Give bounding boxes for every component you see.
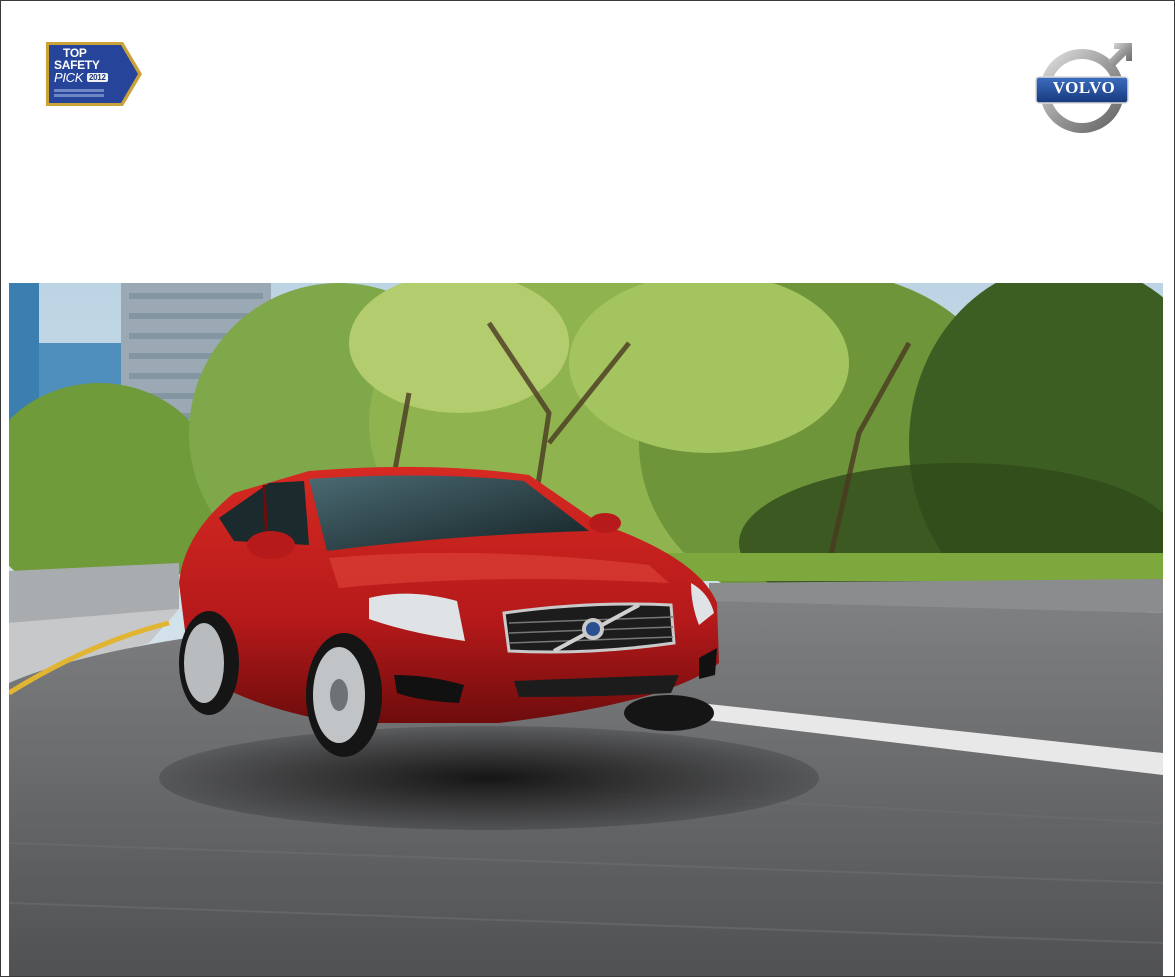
header-area: TOP SAFETY PICK 2012 VOLVO xyxy=(1,1,1174,283)
badge-year: 2012 xyxy=(87,73,108,82)
badge-line-pick: PICK xyxy=(54,70,84,85)
top-safety-pick-badge: TOP SAFETY PICK 2012 xyxy=(45,41,143,107)
volvo-wordmark: VOLVO xyxy=(1052,78,1116,97)
brochure-page: TOP SAFETY PICK 2012 VOLVO xyxy=(0,0,1175,977)
volvo-logo: VOLVO xyxy=(1034,39,1134,139)
hero-car-photo xyxy=(9,283,1163,976)
car-scene xyxy=(9,283,1163,976)
